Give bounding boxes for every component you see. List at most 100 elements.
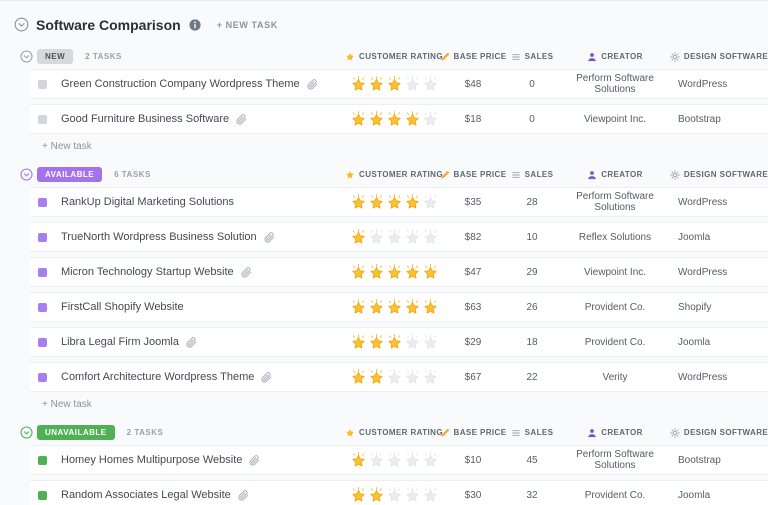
sales-count[interactable]: 28: [504, 197, 560, 208]
star-filled-icon[interactable]: [404, 299, 421, 316]
star-filled-icon[interactable]: [368, 334, 385, 351]
task-row[interactable]: Green Construction Company Wordpress The…: [30, 69, 768, 99]
creator[interactable]: Provident Co.: [560, 337, 670, 348]
base-price[interactable]: $67: [442, 372, 504, 383]
star-filled-icon[interactable]: [368, 487, 385, 504]
star-empty-icon[interactable]: [422, 452, 439, 469]
star-empty-icon[interactable]: [422, 334, 439, 351]
sales-count[interactable]: 0: [504, 79, 560, 90]
task-name[interactable]: Random Associates Legal Website: [61, 489, 231, 501]
sales-count[interactable]: 0: [504, 114, 560, 125]
info-icon[interactable]: [189, 19, 201, 31]
star-filled-icon[interactable]: [350, 229, 367, 246]
status-square-icon[interactable]: [38, 338, 47, 347]
task-name[interactable]: Good Furniture Business Software: [61, 113, 229, 125]
add-task-button[interactable]: + New task: [42, 399, 768, 413]
column-header-software[interactable]: DESIGN SOFTWARE: [670, 428, 768, 438]
base-price[interactable]: $30: [442, 490, 504, 501]
star-filled-icon[interactable]: [350, 299, 367, 316]
star-filled-icon[interactable]: [386, 111, 403, 128]
sales-count[interactable]: 29: [504, 267, 560, 278]
task-row[interactable]: Libra Legal Firm Joomla$2918Provident Co…: [30, 327, 768, 357]
star-filled-icon[interactable]: [422, 264, 439, 281]
task-row[interactable]: Good Furniture Business Software $180View…: [30, 104, 768, 134]
status-badge[interactable]: NEW: [37, 49, 73, 64]
star-empty-icon[interactable]: [386, 452, 403, 469]
star-filled-icon[interactable]: [368, 299, 385, 316]
column-header-creator[interactable]: CREATOR: [560, 170, 670, 180]
star-filled-icon[interactable]: [386, 194, 403, 211]
star-empty-icon[interactable]: [422, 111, 439, 128]
star-filled-icon[interactable]: [386, 264, 403, 281]
star-filled-icon[interactable]: [386, 76, 403, 93]
creator[interactable]: Provident Co.: [560, 490, 670, 501]
task-row[interactable]: Homey Homes Multipurpose Website$1045Per…: [30, 445, 768, 475]
status-square-icon[interactable]: [38, 233, 47, 242]
star-filled-icon[interactable]: [386, 299, 403, 316]
star-filled-icon[interactable]: [350, 264, 367, 281]
design-software[interactable]: Bootstrap: [670, 114, 768, 125]
star-filled-icon[interactable]: [404, 111, 421, 128]
status-square-icon[interactable]: [38, 268, 47, 277]
star-filled-icon[interactable]: [350, 369, 367, 386]
column-header-price[interactable]: BASE PRICE: [442, 52, 504, 62]
design-software[interactable]: Shopify: [670, 302, 768, 313]
task-row[interactable]: Random Associates Legal Website $3032Prov…: [30, 480, 768, 505]
star-filled-icon[interactable]: [368, 264, 385, 281]
column-header-sales[interactable]: SALES: [504, 428, 560, 438]
sales-count[interactable]: 22: [504, 372, 560, 383]
design-software[interactable]: Joomla: [670, 232, 768, 243]
star-empty-icon[interactable]: [422, 194, 439, 211]
status-square-icon[interactable]: [38, 491, 47, 500]
status-badge[interactable]: AVAILABLE: [37, 167, 102, 182]
base-price[interactable]: $35: [442, 197, 504, 208]
collapse-group-icon[interactable]: [20, 50, 33, 63]
creator[interactable]: Perform Software Solutions: [560, 449, 670, 471]
collapse-group-icon[interactable]: [20, 426, 33, 439]
design-software[interactable]: WordPress: [670, 267, 768, 278]
task-row[interactable]: FirstCall Shopify Website$6326Provident …: [30, 292, 768, 322]
sales-count[interactable]: 18: [504, 337, 560, 348]
star-empty-icon[interactable]: [368, 452, 385, 469]
status-badge[interactable]: UNAVAILABLE: [37, 425, 115, 440]
creator[interactable]: Perform Software Solutions: [560, 73, 670, 95]
creator[interactable]: Viewpoint Inc.: [560, 114, 670, 125]
status-square-icon[interactable]: [38, 80, 47, 89]
star-filled-icon[interactable]: [350, 487, 367, 504]
design-software[interactable]: Bootstrap: [670, 455, 768, 466]
star-filled-icon[interactable]: [386, 334, 403, 351]
design-software[interactable]: Joomla: [670, 490, 768, 501]
column-header-price[interactable]: BASE PRICE: [442, 170, 504, 180]
creator[interactable]: Viewpoint Inc.: [560, 267, 670, 278]
creator[interactable]: Perform Software Solutions: [560, 191, 670, 213]
task-name[interactable]: TrueNorth Wordpress Business Solution: [61, 231, 257, 243]
sales-count[interactable]: 32: [504, 490, 560, 501]
status-square-icon[interactable]: [38, 198, 47, 207]
base-price[interactable]: $18: [442, 114, 504, 125]
design-software[interactable]: WordPress: [670, 79, 768, 90]
creator[interactable]: Verity: [560, 372, 670, 383]
star-empty-icon[interactable]: [422, 229, 439, 246]
base-price[interactable]: $10: [442, 455, 504, 466]
star-empty-icon[interactable]: [422, 369, 439, 386]
star-filled-icon[interactable]: [368, 194, 385, 211]
star-empty-icon[interactable]: [386, 369, 403, 386]
task-name[interactable]: RankUp Digital Marketing Solutions: [61, 196, 234, 208]
base-price[interactable]: $47: [442, 267, 504, 278]
star-filled-icon[interactable]: [422, 299, 439, 316]
collapse-group-icon[interactable]: [20, 168, 33, 181]
star-empty-icon[interactable]: [404, 229, 421, 246]
star-empty-icon[interactable]: [422, 76, 439, 93]
design-software[interactable]: WordPress: [670, 372, 768, 383]
status-square-icon[interactable]: [38, 115, 47, 124]
sales-count[interactable]: 45: [504, 455, 560, 466]
star-filled-icon[interactable]: [368, 76, 385, 93]
column-header-sales[interactable]: SALES: [504, 170, 560, 180]
status-square-icon[interactable]: [38, 373, 47, 382]
status-square-icon[interactable]: [38, 456, 47, 465]
column-header-sales[interactable]: SALES: [504, 52, 560, 62]
star-filled-icon[interactable]: [404, 264, 421, 281]
star-empty-icon[interactable]: [404, 76, 421, 93]
star-filled-icon[interactable]: [350, 452, 367, 469]
creator[interactable]: Provident Co.: [560, 302, 670, 313]
